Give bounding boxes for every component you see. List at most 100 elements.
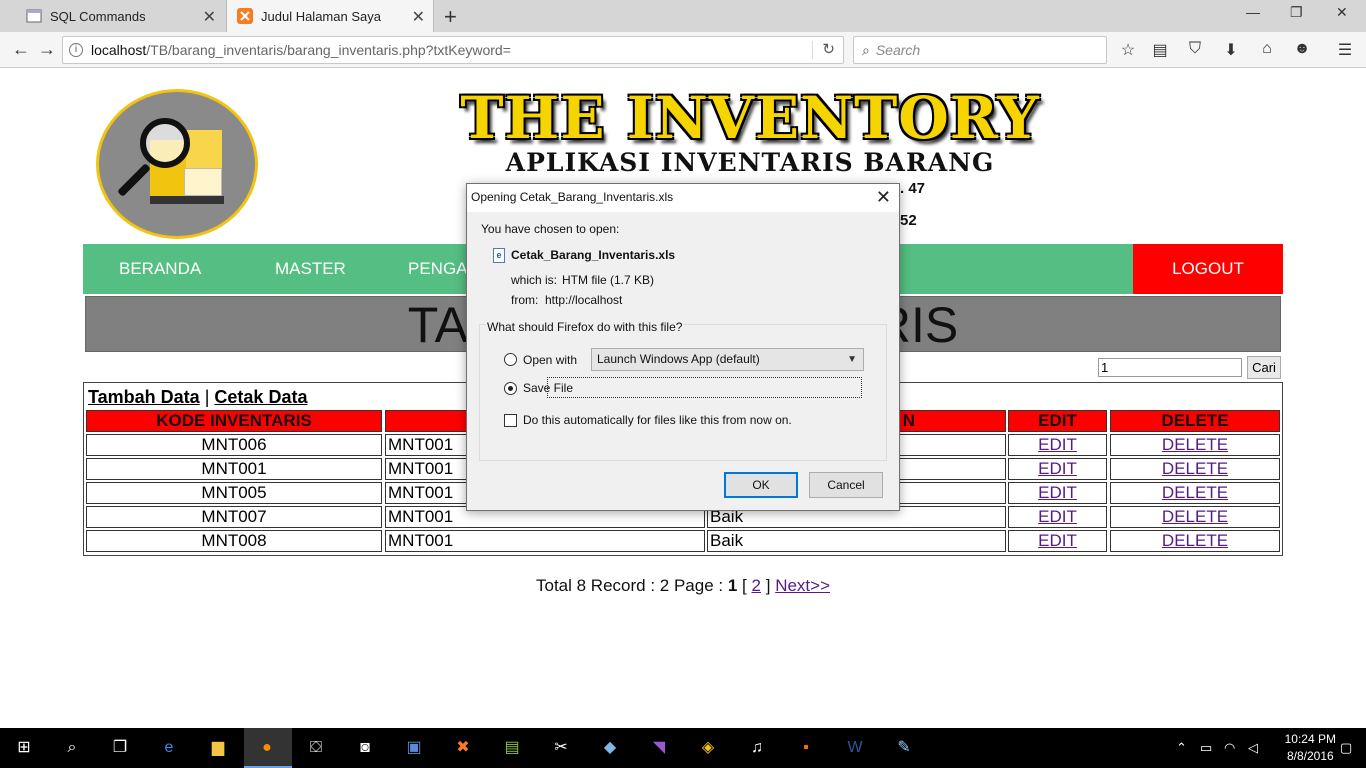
tab-label: Judul Halaman Saya	[261, 8, 381, 24]
pocket-icon[interactable]: ⛉	[1185, 40, 1205, 58]
tab-sql-commands[interactable]: SQL Commands ✕	[16, 0, 224, 32]
table-cell: EDIT	[1008, 506, 1107, 528]
mi-icon[interactable]: ▪	[794, 736, 818, 760]
firefox-icon[interactable]: ●	[255, 736, 279, 760]
wifi-icon[interactable]: ◠	[1224, 740, 1235, 756]
notification-icon[interactable]: ▢	[1340, 740, 1352, 756]
search-icon[interactable]: ⌕	[60, 736, 84, 760]
hamburger-menu-icon[interactable]: ☰	[1335, 40, 1355, 60]
action-question: What should Firefox do with this file?	[486, 320, 684, 334]
edge-icon[interactable]: e	[157, 736, 181, 760]
delete-link[interactable]: DELETE	[1162, 483, 1228, 502]
delete-link[interactable]: DELETE	[1162, 435, 1228, 454]
windows-start-icon[interactable]: ⊞	[12, 736, 36, 760]
minimize-button[interactable]: —	[1246, 4, 1260, 20]
ok-button[interactable]: OK	[724, 472, 798, 498]
table-cell: MNT005	[86, 482, 382, 504]
table-actions: Tambah Data | Cetak Data	[88, 387, 307, 408]
clock-date: 8/8/2016	[1286, 749, 1334, 763]
logout-button[interactable]: LOGOUT	[1133, 244, 1283, 294]
devcpp-icon[interactable]: ▣	[402, 736, 426, 760]
reload-icon[interactable]: ↻	[822, 40, 835, 58]
edit-link[interactable]: EDIT	[1038, 507, 1077, 526]
paint-icon[interactable]: ✎	[892, 736, 916, 760]
pager-page-2[interactable]: 2	[752, 576, 761, 595]
cancel-button[interactable]: Cancel	[809, 472, 883, 498]
new-tab-button[interactable]: +	[444, 4, 457, 30]
cari-button[interactable]: Cari	[1247, 356, 1281, 379]
table-cell: DELETE	[1110, 530, 1280, 552]
file-explorer-icon[interactable]: ▆	[206, 736, 230, 760]
pagination: Total 8 Record : 2 Page : 1 [ 2 ] Next>>	[0, 576, 1366, 596]
cell-kode-barang: MNT001	[388, 459, 454, 478]
edit-link[interactable]: EDIT	[1038, 483, 1077, 502]
volume-icon[interactable]: ◁	[1248, 740, 1258, 756]
battery-icon[interactable]: ▭	[1200, 740, 1212, 756]
restore-button[interactable]: ❐	[1290, 4, 1303, 21]
sublime-icon[interactable]: ◈	[696, 736, 720, 760]
keyword-input[interactable]: 1	[1098, 358, 1242, 377]
url-bar[interactable]: i localhost/TB/barang_inventaris/barang_…	[62, 36, 844, 64]
site-subtitle: APLIKASI INVENTARIS BARANG	[505, 148, 995, 177]
search-bar[interactable]: ⌕ Search	[853, 36, 1107, 64]
word-icon[interactable]: W	[843, 736, 867, 760]
site-title: THE INVENTORY	[460, 84, 1040, 152]
pager-bracket: [	[742, 576, 747, 595]
table-cell: EDIT	[1008, 482, 1107, 504]
cell-kode: MNT007	[201, 507, 267, 526]
pager-next[interactable]: Next>>	[775, 576, 830, 595]
reading-list-icon[interactable]: ▤	[1150, 40, 1170, 60]
menu-item-master[interactable]: MASTER	[275, 244, 346, 294]
table-cell: DELETE	[1110, 506, 1280, 528]
cell-kode: MNT006	[201, 435, 267, 454]
auto-label[interactable]: Do this automatically for files like thi…	[523, 413, 792, 427]
close-window-button[interactable]: ✕	[1336, 4, 1348, 21]
cetak-data-link[interactable]: Cetak Data	[214, 387, 307, 407]
camera-icon[interactable]: ◙	[353, 736, 377, 760]
from-label: from:	[511, 293, 539, 307]
notepad-icon[interactable]: ▤	[500, 736, 524, 760]
edit-link[interactable]: EDIT	[1038, 435, 1077, 454]
clock[interactable]: 10:24 PM 8/8/2016	[1285, 731, 1336, 765]
tambah-data-link[interactable]: Tambah Data	[88, 387, 200, 407]
which-is-value: HTM file (1.7 KB)	[562, 273, 655, 287]
info-icon[interactable]: i	[69, 43, 83, 57]
cell-kode: MNT008	[201, 531, 267, 550]
close-tab-icon[interactable]: ✕	[203, 7, 216, 27]
table-cell: MNT007	[86, 506, 382, 528]
delete-link[interactable]: DELETE	[1162, 459, 1228, 478]
back-arrow-icon[interactable]: ←	[12, 39, 30, 60]
close-icon[interactable]: ✕	[876, 187, 891, 208]
table-cell: MNT008	[86, 530, 382, 552]
tab-judul-halaman[interactable]: Judul Halaman Saya ✕	[226, 0, 434, 32]
auto-checkbox[interactable]	[504, 414, 517, 427]
forward-arrow-icon[interactable]: →	[38, 39, 56, 60]
home-icon[interactable]: ⌂	[1257, 40, 1277, 58]
menu-item-pengadaan[interactable]: PENGA	[408, 244, 468, 294]
menu-item-beranda[interactable]: BERANDA	[119, 244, 201, 294]
xampp-icon[interactable]: ✖	[451, 736, 475, 760]
save-file-label[interactable]: Save File	[523, 381, 573, 395]
table-cell: Baik	[707, 530, 1006, 552]
tools-icon[interactable]: ✂	[549, 736, 573, 760]
save-file-focus	[547, 377, 862, 398]
store-icon[interactable]: ⛋	[304, 736, 328, 760]
edit-link[interactable]: EDIT	[1038, 531, 1077, 550]
itunes-icon[interactable]: ♫	[745, 736, 769, 760]
task-view-icon[interactable]: ❐	[108, 736, 132, 760]
emoji-icon[interactable]: ☻	[1292, 40, 1312, 58]
download-icon[interactable]: ⬇	[1221, 40, 1241, 60]
open-with-select[interactable]: Launch Windows App (default) ▼	[591, 348, 864, 371]
save-file-radio[interactable]	[504, 382, 517, 395]
delete-link[interactable]: DELETE	[1162, 507, 1228, 526]
open-with-label[interactable]: Open with	[523, 353, 577, 367]
delete-link[interactable]: DELETE	[1162, 531, 1228, 550]
bookmark-star-icon[interactable]: ☆	[1118, 40, 1138, 60]
open-with-radio[interactable]	[504, 353, 517, 366]
visual-studio-icon[interactable]: ◥	[647, 736, 671, 760]
virtualbox-icon[interactable]: ◆	[598, 736, 622, 760]
chevron-up-icon[interactable]: ⌃	[1176, 740, 1187, 756]
close-tab-icon[interactable]: ✕	[412, 7, 425, 27]
table-cell: MNT001	[86, 458, 382, 480]
edit-link[interactable]: EDIT	[1038, 459, 1077, 478]
